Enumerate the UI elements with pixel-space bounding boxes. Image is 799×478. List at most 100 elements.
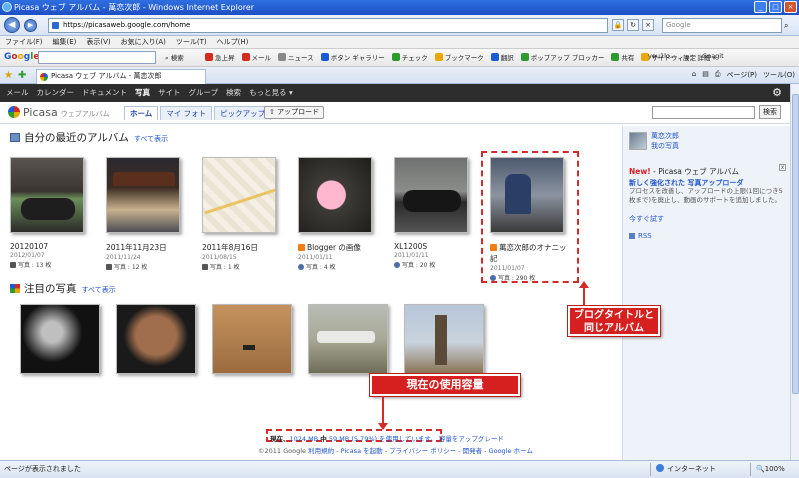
google-toolbar-tools: 急上昇 メール ニュース ボタン ギャラリー チェック ブックマーク 翻訳 ポップアップ ブロ… bbox=[205, 52, 716, 62]
home-icon[interactable]: ⌂ bbox=[692, 70, 696, 80]
google-toolbar-right-item[interactable]: Snagit bbox=[703, 52, 724, 62]
menu-item[interactable]: ツール(T) bbox=[176, 36, 207, 48]
show-all-albums-link[interactable]: すべて表示 bbox=[134, 135, 168, 143]
google-tool-button[interactable]: 急上昇 bbox=[205, 52, 235, 62]
maximize-button[interactable]: □ bbox=[769, 1, 782, 13]
google-toolbar-right-item[interactable]: you1lo... bbox=[648, 52, 676, 62]
album-card[interactable]: Blogger の画像 2011/01/11 写真 : 4 枚 bbox=[298, 157, 383, 271]
google-bar-item[interactable]: ドキュメント bbox=[82, 84, 127, 102]
featured-photo[interactable] bbox=[116, 304, 196, 374]
footer-link[interactable]: Google ホーム bbox=[489, 447, 533, 455]
show-all-featured-link[interactable]: すべて表示 bbox=[82, 286, 116, 294]
featured-photo[interactable] bbox=[20, 304, 100, 374]
google-bar-item[interactable]: 写真 bbox=[135, 84, 150, 102]
album-name[interactable]: 2011年8月16日 bbox=[202, 242, 287, 253]
zoom-icon: 🔍 bbox=[756, 465, 765, 473]
album-name[interactable]: 2011年11月23日 bbox=[106, 242, 191, 253]
menu-item[interactable]: 表示(V) bbox=[86, 36, 110, 48]
google-tool-button[interactable]: ニュース bbox=[278, 52, 314, 62]
lock-icon[interactable]: 🔒 bbox=[612, 19, 624, 31]
footer-link[interactable]: 開発者 bbox=[463, 447, 483, 455]
google-tool-button[interactable]: ボタン ギャラリー bbox=[320, 52, 385, 62]
tab-picasa[interactable]: Picasa ウェブ アルバム - 萬恋次郎 bbox=[36, 69, 206, 84]
avatar[interactable] bbox=[629, 132, 647, 150]
google-bar-item[interactable]: グループ bbox=[189, 84, 219, 102]
album-thumbnail[interactable] bbox=[10, 157, 84, 233]
footer-link[interactable]: プライバシー ポリシー bbox=[389, 447, 456, 455]
minimize-button[interactable]: _ bbox=[754, 1, 767, 13]
featured-photo[interactable] bbox=[308, 304, 388, 374]
google-bar-item[interactable]: 検索 bbox=[226, 84, 241, 102]
upgrade-storage-link[interactable]: 容量をアップグレード bbox=[439, 435, 504, 443]
featured-photo[interactable] bbox=[212, 304, 292, 374]
gear-icon[interactable]: ⚙ bbox=[772, 87, 782, 98]
storage-usage: 現在、1024 MB 中 59 MB (5.79%) を使用しています。 容量を… bbox=[270, 435, 504, 443]
tab-home[interactable]: ホーム bbox=[124, 106, 159, 120]
google-tool-button[interactable]: 翻訳 bbox=[490, 52, 514, 62]
try-now-link[interactable]: 今すぐ試す bbox=[629, 214, 664, 224]
forward-button[interactable]: ▶ bbox=[24, 19, 37, 32]
menu-item[interactable]: 編集(E) bbox=[53, 36, 77, 48]
tab-my-photos[interactable]: マイ フォト bbox=[160, 106, 213, 120]
scrollbar-thumb[interactable] bbox=[792, 94, 799, 394]
google-tool-button[interactable]: ブックマーク bbox=[434, 52, 484, 62]
google-tool-button[interactable]: ポップアップ ブロッカー bbox=[520, 52, 604, 62]
upload-button[interactable]: ⇧ アップロード bbox=[264, 106, 325, 119]
featured-photo[interactable] bbox=[404, 304, 484, 374]
album-thumbnail[interactable] bbox=[106, 157, 180, 233]
add-favorite-icon[interactable]: ✚ bbox=[18, 70, 26, 81]
footer-link[interactable]: 利用規約 bbox=[308, 447, 334, 455]
google-tool-button[interactable]: チェック bbox=[391, 52, 428, 62]
zoom-level[interactable]: 🔍100% bbox=[750, 463, 785, 476]
google-bar-item[interactable]: サイト bbox=[158, 84, 181, 102]
google-search-button[interactable]: ⌕ 検索 bbox=[165, 52, 184, 63]
menu-item[interactable]: お気に入り(A) bbox=[121, 36, 166, 48]
google-bar-item[interactable]: メール bbox=[6, 84, 29, 102]
album-card[interactable]: XL1200S 2011/01/11 写真 : 20 枚 bbox=[394, 157, 479, 269]
menu-item[interactable]: ファイル(F) bbox=[5, 36, 43, 48]
tool-icon bbox=[611, 53, 620, 61]
rss-link[interactable]: RSS bbox=[629, 232, 652, 240]
print-icon[interactable]: ⎙ bbox=[715, 70, 721, 80]
url-input[interactable]: https://picasaweb.google.com/home bbox=[48, 18, 608, 33]
google-tool-label: 急上昇 bbox=[215, 54, 235, 62]
refresh-icon[interactable]: ↻ bbox=[627, 19, 639, 31]
album-card[interactable]: 20120107 2012/01/07 写真 : 13 枚 bbox=[10, 157, 95, 269]
picasa-logo[interactable]: Picasa ウェブアルバム bbox=[8, 106, 110, 119]
google-search-input[interactable] bbox=[38, 51, 156, 64]
footer-link[interactable]: Picasa を起動 bbox=[341, 447, 383, 455]
album-name[interactable]: 20120107 bbox=[10, 242, 95, 251]
google-tool-button[interactable]: メール bbox=[241, 52, 271, 62]
favorites-star-icon[interactable]: ★ bbox=[4, 70, 13, 81]
picasa-search-input[interactable] bbox=[652, 106, 755, 119]
google-bar-item[interactable]: カレンダー bbox=[37, 84, 75, 102]
page-menu[interactable]: ページ(P) bbox=[726, 70, 757, 80]
tool-icon bbox=[434, 53, 443, 61]
recent-albums-heading: 自分の最近のアルバム すべて表示 bbox=[10, 130, 168, 145]
menu-item[interactable]: ヘルプ(H) bbox=[217, 36, 249, 48]
album-thumbnail[interactable] bbox=[298, 157, 372, 233]
user-name-link[interactable]: 萬恋次郎 bbox=[651, 131, 679, 141]
back-button[interactable]: ◀ bbox=[4, 17, 20, 33]
google-toolbar-right-item[interactable]: 設定 bbox=[683, 52, 696, 62]
album-name[interactable]: Blogger の画像 bbox=[298, 242, 383, 253]
vertical-scrollbar[interactable] bbox=[790, 84, 799, 460]
tools-menu[interactable]: ツール(O) bbox=[763, 70, 795, 80]
google-tool-button[interactable]: 共有 bbox=[611, 52, 634, 62]
album-thumbnail[interactable] bbox=[394, 157, 468, 233]
tab-pickup[interactable]: ピックアップ bbox=[214, 106, 272, 120]
google-bar-item[interactable]: もっと見る ▾ bbox=[249, 84, 293, 102]
my-photos-link[interactable]: 我の写真 bbox=[651, 141, 679, 151]
stop-icon[interactable]: × bbox=[642, 19, 654, 31]
feed-icon[interactable]: ▤ bbox=[702, 70, 709, 80]
browser-search-input[interactable]: Google bbox=[662, 18, 782, 33]
album-thumbnail[interactable] bbox=[202, 157, 276, 233]
window-title-bar: Picasa ウェブ アルバム - 萬恋次郎 - Windows Interne… bbox=[0, 0, 799, 15]
album-card[interactable]: 2011年8月16日 2011/08/15 写真 : 1 枚 bbox=[202, 157, 287, 271]
picasa-search-button[interactable]: 検索 bbox=[759, 105, 781, 119]
close-button[interactable]: × bbox=[784, 1, 797, 13]
album-card[interactable]: 2011年11月23日 2011/11/24 写真 : 12 枚 bbox=[106, 157, 191, 271]
search-icon[interactable]: ⌕ bbox=[784, 18, 796, 33]
album-name[interactable]: XL1200S bbox=[394, 242, 479, 251]
close-icon[interactable]: x bbox=[779, 164, 786, 171]
